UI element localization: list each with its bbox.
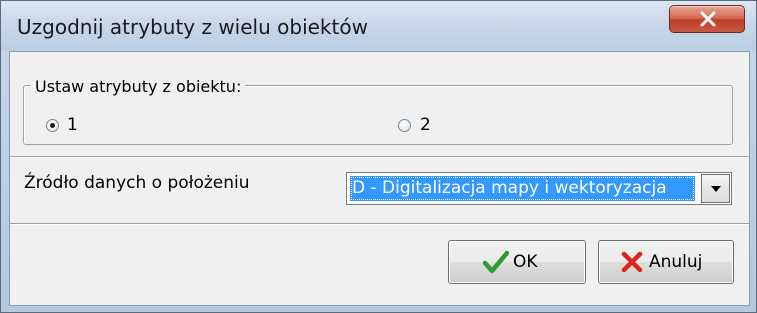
green-checkmark-icon [483,250,509,274]
separator-top [10,156,749,158]
red-x-icon [621,251,643,273]
dialog-body: Ustaw atrybuty z obiektu: 1 2 Źródło dan… [9,51,750,306]
radio-option-2[interactable] [398,119,411,132]
radio-option-1-label[interactable]: 1 [67,115,78,135]
group-legend: Ustaw atrybuty z obiektu: [31,77,246,96]
radio-option-1[interactable] [46,119,59,132]
cancel-button[interactable]: Anuluj [598,240,734,284]
dropdown-button[interactable] [701,174,730,203]
radio-option-2-label[interactable]: 2 [420,115,431,135]
chevron-down-icon [711,186,721,192]
position-source-selected[interactable]: D - Digitalizacja mapy i wektoryzacja [350,176,695,201]
close-button[interactable] [669,5,745,33]
dialog-window: Uzgodnij atrybuty z wielu obiektów Ustaw… [0,0,757,313]
ok-button[interactable]: OK [448,240,586,284]
title-bar[interactable]: Uzgodnij atrybuty z wielu obiektów [1,1,756,51]
ok-button-label: OK [513,252,538,272]
position-source-label: Źródło danych o położeniu [24,173,250,193]
separator-bottom [10,223,749,225]
position-source-dropdown[interactable]: D - Digitalizacja mapy i wektoryzacja [346,172,732,205]
close-x-icon [700,11,716,27]
window-title: Uzgodnij atrybuty z wielu obiektów [17,15,368,39]
cancel-button-label: Anuluj [649,252,703,272]
